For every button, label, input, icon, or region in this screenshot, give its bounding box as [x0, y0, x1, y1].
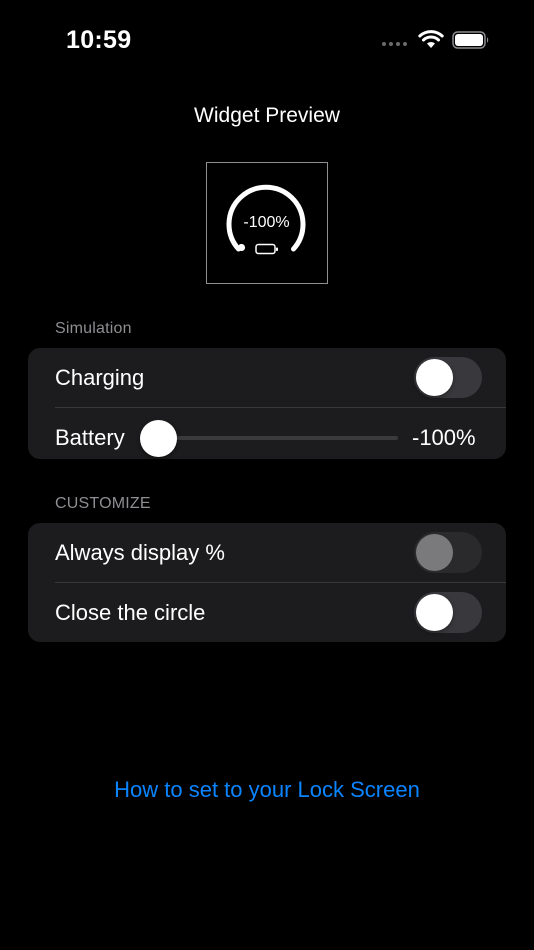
toggle-knob [416, 594, 453, 631]
battery-label: Battery [55, 425, 125, 450]
toggle-knob [416, 359, 453, 396]
screen: 10:59 Widget Preview -100% Simulation Ch [0, 0, 534, 950]
widget-percent-label: -100% [243, 214, 290, 231]
simulation-group: Charging Battery -100% [28, 348, 506, 459]
simulation-section-header: Simulation [55, 320, 132, 337]
always-display-row: Always display % [28, 523, 506, 582]
lock-screen-help-link[interactable]: How to set to your Lock Screen [0, 777, 534, 803]
widget-preview: -100% [206, 162, 328, 284]
always-display-label: Always display % [55, 540, 225, 565]
always-display-toggle[interactable] [414, 532, 482, 573]
wifi-icon [418, 30, 444, 48]
charging-toggle[interactable] [414, 357, 482, 398]
signal-dots-icon [382, 42, 407, 46]
charging-row: Charging [28, 348, 506, 407]
status-time: 10:59 [66, 26, 132, 54]
battery-icon [452, 31, 489, 49]
battery-slider-track[interactable] [158, 436, 398, 440]
battery-value: -100% [412, 425, 476, 450]
close-circle-row: Close the circle [28, 583, 506, 642]
battery-row: Battery -100% [28, 408, 506, 459]
close-circle-toggle[interactable] [414, 592, 482, 633]
page-title: Widget Preview [194, 104, 340, 127]
battery-slider-thumb[interactable] [140, 420, 177, 457]
customize-group: Always display % Close the circle [28, 523, 506, 642]
charging-label: Charging [55, 365, 145, 390]
close-circle-label: Close the circle [55, 600, 206, 625]
customize-section-header: CUSTOMIZE [55, 495, 151, 512]
status-bar: 10:59 [0, 0, 534, 80]
toggle-knob [416, 534, 453, 571]
